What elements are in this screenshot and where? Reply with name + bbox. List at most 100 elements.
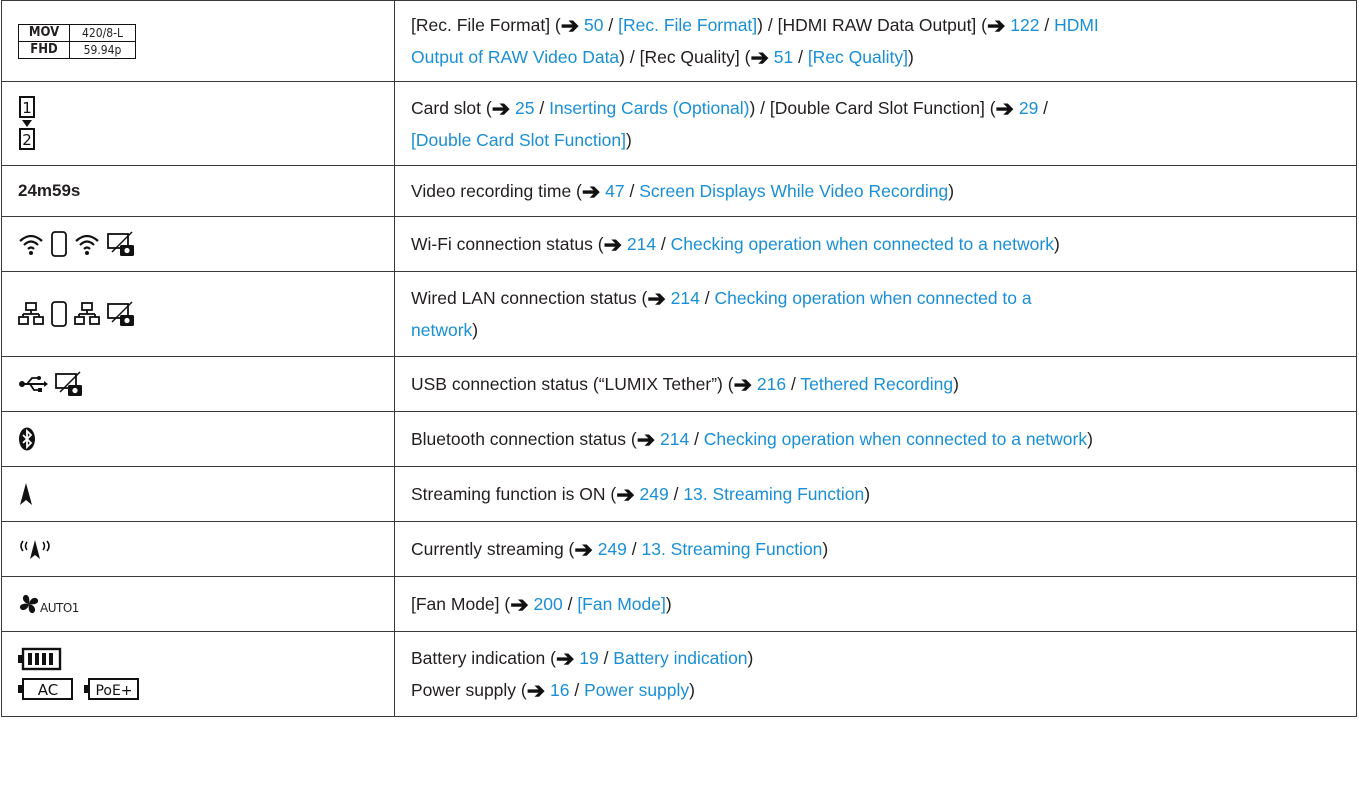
cross-reference-link[interactable]: 13. Streaming Function [641,539,822,559]
cross-reference-link[interactable]: [Rec Quality] [808,47,908,67]
icon-cell [1,411,395,467]
cross-reference-link[interactable]: 50 [579,15,603,35]
description-cell: Currently streaming (➔ 249 / 13. Streami… [394,521,1357,577]
card-slot-icon: 1 2 [19,95,35,150]
table-row: Wi-Fi connection status (➔ 214 / Checkin… [1,216,1357,272]
description-line: Currently streaming (➔ 249 / 13. Streami… [411,533,1346,565]
ac-power-icon: AC [18,678,73,700]
description-text: / [1038,97,1049,118]
cross-reference-link[interactable]: Output of RAW Video Data [411,47,619,67]
cross-reference-link[interactable]: 216 [752,374,786,394]
fan-mode-label: AUTO1 [40,601,79,615]
page-ref-arrow-icon: ➔ [647,286,666,311]
page-ref-arrow-icon: ➔ [555,646,575,671]
cross-reference-link[interactable]: Power supply [584,680,689,700]
page-ref-arrow-icon: ➔ [750,45,769,70]
poe-label: PoE+ [95,683,132,699]
description-text: ) / [Rec Quality] ( [619,47,751,67]
page-ref-arrow-icon: ➔ [491,95,511,121]
cross-reference-link[interactable]: 122 [1005,15,1039,35]
cross-reference-link[interactable]: 200 [529,594,563,614]
page-ref-arrow-icon: ➔ [510,592,529,617]
description-cell: USB connection status (“LUMIX Tether”) (… [394,356,1357,412]
description-text: ) [948,181,955,201]
description-line: network) [411,314,1346,346]
cross-reference-link[interactable]: Battery indication [613,648,747,668]
description-line: Card slot (➔ 25 / Inserting Cards (Optio… [411,92,1346,124]
description-line: Wired LAN connection status (➔ 214 / Che… [411,282,1346,314]
description-cell: Streaming function is ON (➔ 249 / 13. St… [394,466,1357,522]
table-row: AC PoE+ Battery indication (➔ 19 / Batte… [1,631,1357,717]
table-row: Currently streaming (➔ 249 / 13. Streami… [1,521,1357,577]
lan-icon [18,302,44,325]
description-text: ) [747,648,754,668]
table-row: Wired LAN connection status (➔ 214 / Che… [1,271,1357,357]
battery-icon [18,647,62,671]
page-ref-arrow-icon: ➔ [636,427,656,452]
bluetooth-icon [19,427,35,451]
cross-reference-link[interactable]: 13. Streaming Function [683,484,864,504]
description-cell: [Fan Mode] (➔ 200 / [Fan Mode]) [394,576,1357,632]
description-line: USB connection status (“LUMIX Tether”) (… [411,368,1346,400]
cross-reference-link[interactable]: Inserting Cards (Optional) [549,98,749,118]
cross-reference-link[interactable]: Checking operation when connected to a n… [704,429,1087,449]
description-text: / [603,15,619,35]
description-text: ) [689,680,695,700]
cross-reference-link[interactable]: 214 [622,234,656,254]
description-text: / [562,594,578,614]
description-text: / [626,539,642,559]
description-line: [Rec. File Format] (➔ 50 / [Rec. File Fo… [411,9,1346,41]
cross-reference-link[interactable]: [Rec. File Format] [618,15,757,35]
cross-reference-link[interactable]: 249 [593,539,627,559]
poe-power-icon: PoE+ [84,678,139,700]
page-ref-arrow-icon: ➔ [603,232,622,257]
pc-camera-icon [107,231,134,256]
cross-reference-link[interactable]: HDMI [1054,15,1099,35]
icon-cell: MOV 420/8-L FHD 59.94p [1,0,395,82]
description-text: [Rec. File Format] ( [411,15,561,35]
description-text: ) [864,484,871,504]
description-text: ) [665,594,672,614]
cross-reference-link[interactable]: Checking operation when connected to a n… [671,234,1054,254]
cross-reference-link[interactable]: 29 [1014,98,1038,118]
description-cell: Wi-Fi connection status (➔ 214 / Checkin… [394,216,1357,272]
table-row: Bluetooth connection status (➔ 214 / Che… [1,411,1357,467]
description-text: [Fan Mode] ( [411,594,511,614]
cross-reference-link[interactable]: 16 [545,680,569,700]
table-row: 24m59s Video recording time (➔ 47 / Scre… [1,165,1357,217]
cross-reference-link[interactable]: [Fan Mode] [577,594,666,614]
description-line: [Fan Mode] (➔ 200 / [Fan Mode]) [411,588,1346,620]
description-cell: Wired LAN connection status (➔ 214 / Che… [394,271,1357,357]
icon-reference-table: MOV 420/8-L FHD 59.94p [Rec. File Format… [1,0,1357,717]
cross-reference-link[interactable]: 214 [655,429,689,449]
cross-reference-link[interactable]: Tethered Recording [800,374,953,394]
icon-cell [1,521,395,577]
icon-cell: 1 2 [1,81,395,166]
page-ref-arrow-icon: ➔ [616,482,635,507]
pc-camera-icon [107,301,134,326]
cross-reference-link[interactable]: [Double Card Slot Function] [411,130,626,150]
description-text: Power supply ( [411,680,527,700]
usb-tether-icons [18,371,394,397]
table-row: Streaming function is ON (➔ 249 / 13. St… [1,466,1357,522]
description-text: Video recording time ( [411,181,582,201]
cross-reference-link[interactable]: network [411,320,472,340]
description-text: ) [822,539,829,559]
cross-reference-link[interactable]: 19 [574,648,598,668]
description-line: Bluetooth connection status (➔ 214 / Che… [411,423,1346,455]
cross-reference-link[interactable]: 25 [510,98,534,118]
cross-reference-link[interactable]: 214 [666,288,700,308]
cross-reference-link[interactable]: 51 [769,47,793,67]
cross-reference-link[interactable]: 249 [635,484,669,504]
table-row: MOV 420/8-L FHD 59.94p [Rec. File Format… [1,0,1357,82]
description-cell: [Rec. File Format] ( ➔ 50 / [Rec. File Fo… [394,0,1357,82]
framerate-label: 59.94p [69,41,135,58]
cross-reference-link[interactable]: 47 [600,181,624,201]
cross-reference-link[interactable]: Checking operation when connected to a [714,288,1031,308]
wifi-icon [19,234,43,255]
description-line: Wi-Fi connection status (➔ 214 / Checkin… [411,228,1346,260]
description-line: [Double Card Slot Function]) [411,124,1346,156]
description-text: Wired LAN connection status ( [411,288,648,308]
cross-reference-link[interactable]: Screen Displays While Video Recording [639,181,948,201]
description-text: / [793,47,808,67]
